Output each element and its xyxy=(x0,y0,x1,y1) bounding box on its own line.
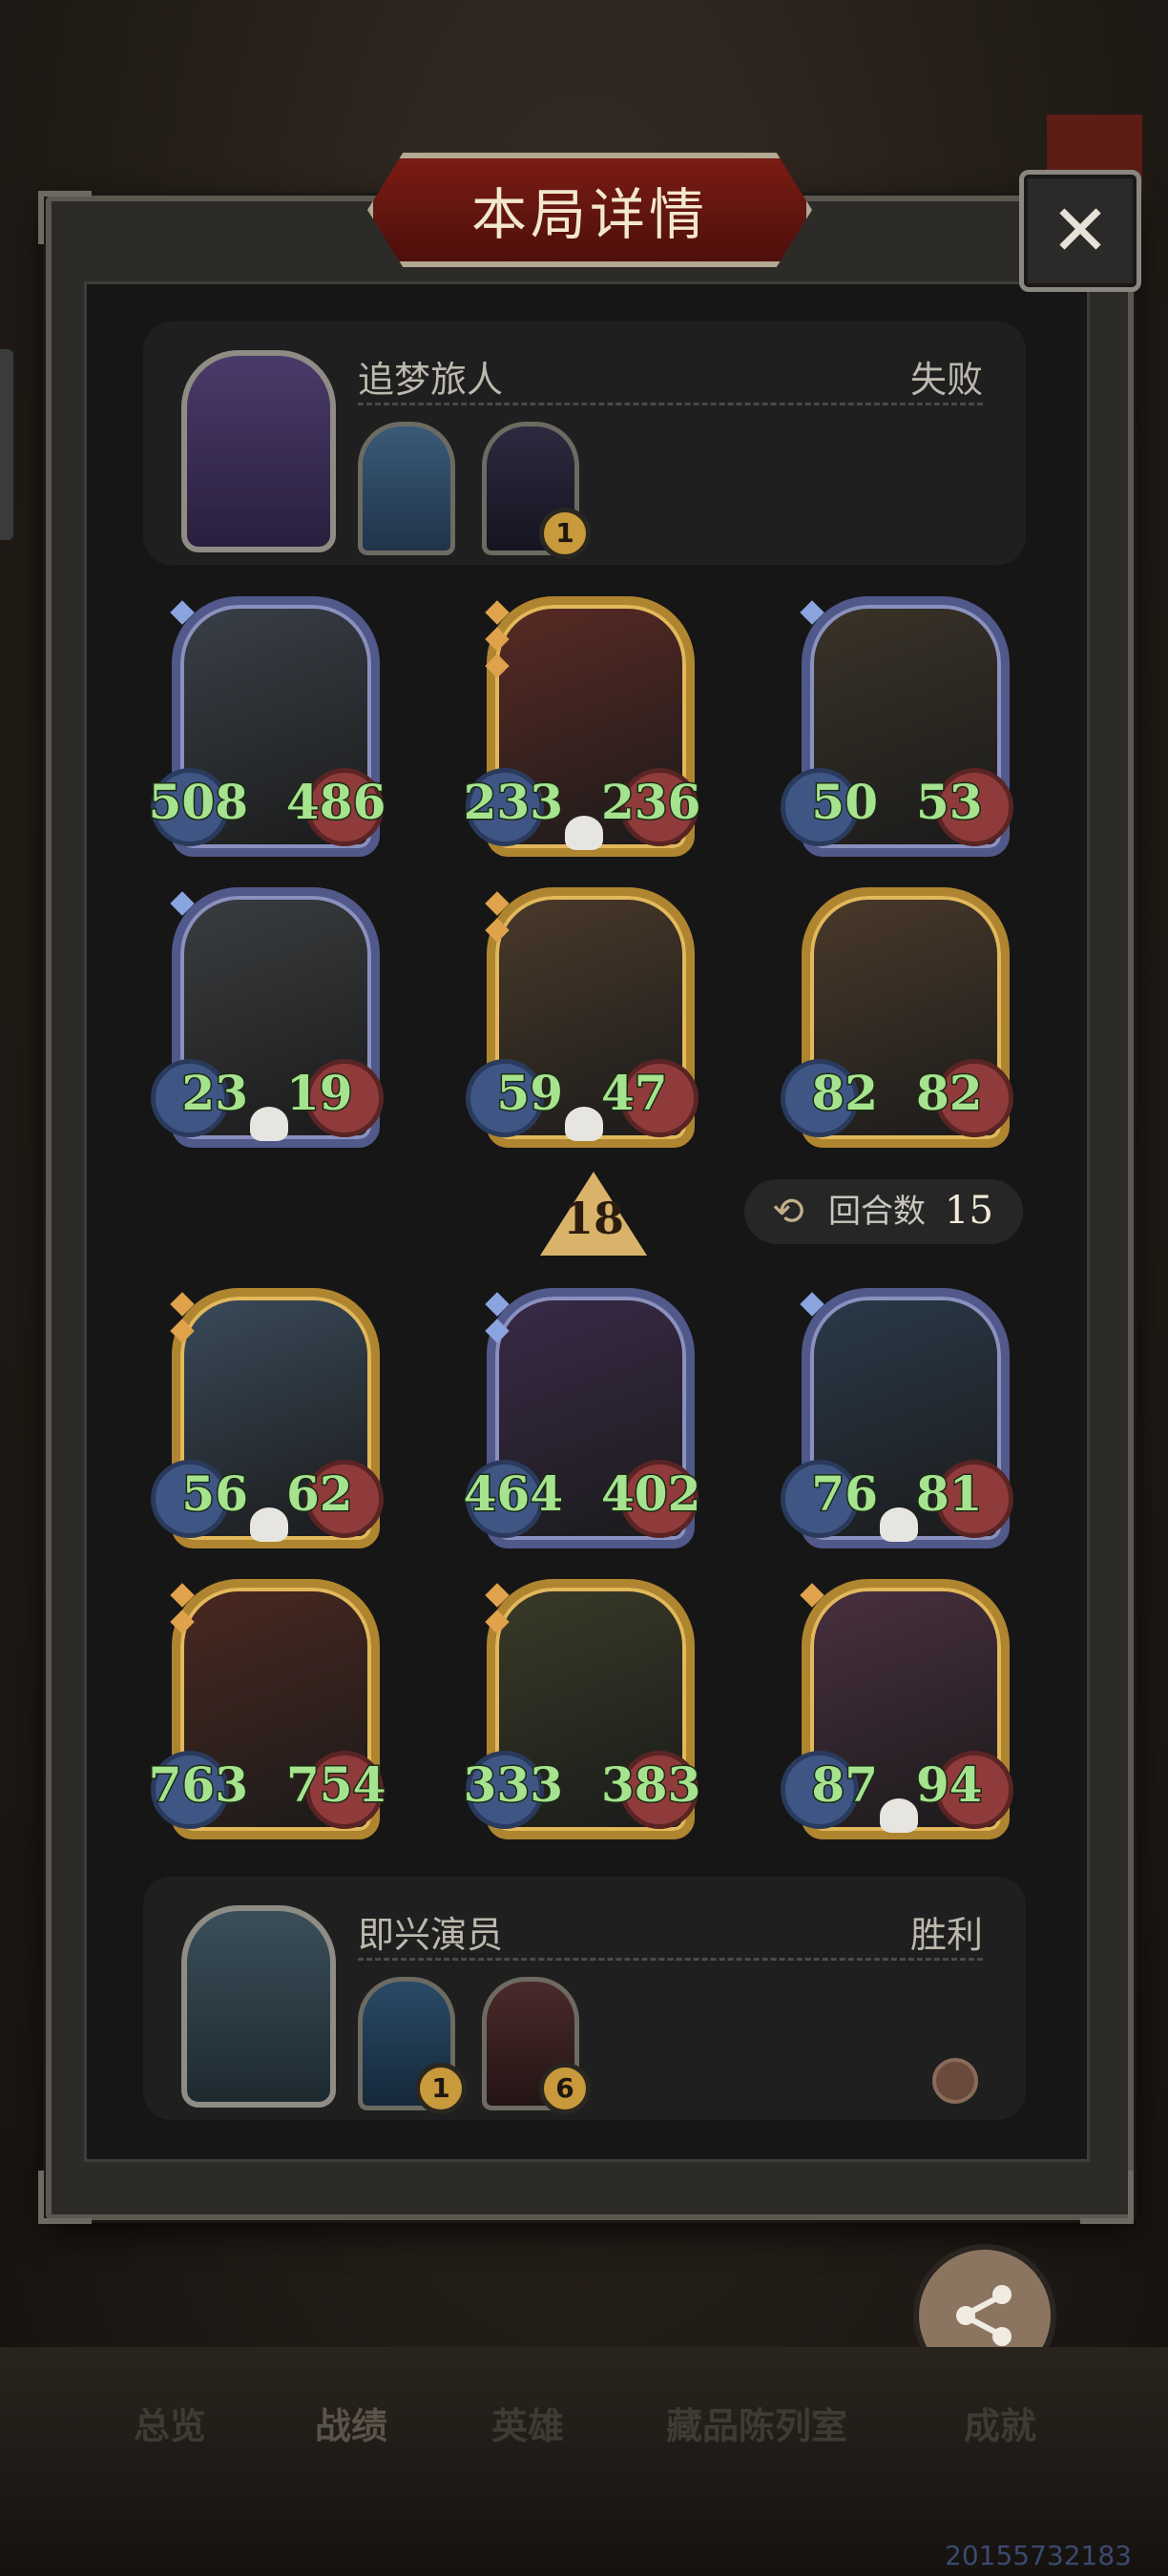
item-count-badge: 6 xyxy=(539,2063,591,2114)
nav-heroes[interactable]: 英雄 xyxy=(491,2397,564,2449)
opponent-minion-card[interactable]: 508 486 xyxy=(147,596,387,857)
refresh-icon: ⟲ xyxy=(772,1190,804,1234)
divider xyxy=(358,403,983,405)
health-value: 47 xyxy=(600,1064,670,1123)
nav-collection[interactable]: 藏品陈列室 xyxy=(666,2397,847,2449)
self-minion-card[interactable]: 763 754 xyxy=(147,1579,387,1839)
nav-records[interactable]: 战绩 xyxy=(315,2397,387,2449)
health-value: 62 xyxy=(285,1465,355,1524)
self-minion-card[interactable]: 464 402 xyxy=(462,1288,702,1548)
attack-value: 87 xyxy=(810,1755,880,1815)
skull-icon xyxy=(565,1107,603,1141)
self-result: 胜利 xyxy=(909,1914,983,1956)
skull-icon xyxy=(250,1107,288,1141)
self-minion-card[interactable]: 87 94 xyxy=(781,1579,1013,1839)
close-icon: ✕ xyxy=(1050,190,1110,272)
side-tab[interactable] xyxy=(0,349,13,540)
self-avatar[interactable] xyxy=(181,1905,336,2108)
frame-corner xyxy=(38,191,92,244)
opponent-minion-card[interactable]: 82 82 xyxy=(781,887,1013,1148)
opponent-minion-card[interactable]: 233 236 xyxy=(462,596,702,857)
attack-value: 508 xyxy=(147,773,249,832)
attack-value: 233 xyxy=(462,773,564,832)
skull-icon xyxy=(880,1507,918,1542)
attack-value: 50 xyxy=(810,773,880,832)
health-value: 402 xyxy=(599,1465,701,1524)
item-count-badge: 1 xyxy=(415,2063,467,2114)
health-value: 754 xyxy=(284,1755,386,1815)
opponent-minion-card[interactable]: 23 19 xyxy=(151,887,384,1148)
opponent-panel: 追梦旅人 失败 1 xyxy=(143,322,1026,565)
item-count-badge: 1 xyxy=(539,508,591,559)
attack-value: 333 xyxy=(462,1755,564,1815)
self-minion-card[interactable]: 333 383 xyxy=(462,1579,702,1839)
footer-id: 20155732183 xyxy=(945,2540,1132,2571)
close-button[interactable]: ✕ xyxy=(1019,170,1141,292)
self-minion-card[interactable]: 76 81 xyxy=(781,1288,1013,1548)
skull-icon xyxy=(565,816,603,850)
opponent-minion-card[interactable]: 50 53 xyxy=(781,596,1013,857)
health-value: 19 xyxy=(285,1064,355,1123)
coin-icon xyxy=(932,2058,978,2104)
skull-icon xyxy=(250,1507,288,1542)
self-panel: 即兴演员 胜利 1 6 xyxy=(143,1877,1026,2120)
attack-value: 76 xyxy=(810,1465,880,1524)
health-value: 94 xyxy=(915,1755,985,1815)
attack-value: 56 xyxy=(180,1465,250,1524)
opponent-result: 失败 xyxy=(909,359,983,401)
self-name: 即兴演员 xyxy=(358,1914,504,1956)
page-title: 本局详情 xyxy=(470,182,708,247)
nav-overview[interactable]: 总览 xyxy=(134,2397,206,2449)
divider xyxy=(358,1958,983,1961)
attack-value: 464 xyxy=(462,1465,564,1524)
skull-icon xyxy=(880,1798,918,1833)
opponent-avatar[interactable] xyxy=(181,350,336,552)
attack-value: 763 xyxy=(147,1755,249,1815)
opponent-name: 追梦旅人 xyxy=(358,359,504,401)
nav-achievements[interactable]: 成就 xyxy=(964,2397,1036,2449)
self-item[interactable]: 1 xyxy=(358,1977,467,2114)
opponent-minion-card[interactable]: 59 47 xyxy=(466,887,699,1148)
health-value: 53 xyxy=(915,773,985,832)
self-item[interactable]: 6 xyxy=(482,1977,591,2114)
self-minion-card[interactable]: 56 62 xyxy=(151,1288,384,1548)
health-value: 486 xyxy=(284,773,386,832)
health-value: 236 xyxy=(599,773,701,832)
opponent-item[interactable]: 1 xyxy=(482,422,591,559)
attack-value: 82 xyxy=(810,1064,880,1123)
damage-value: 18 xyxy=(562,1193,624,1244)
health-value: 82 xyxy=(915,1064,985,1123)
frame-corner xyxy=(1080,2171,1134,2224)
share-icon xyxy=(956,2285,1012,2346)
turn-badge: ⟲ 回合数 15 xyxy=(744,1179,1023,1244)
frame-corner xyxy=(38,2171,92,2224)
turn-label: 回合数 xyxy=(828,1193,926,1231)
health-value: 383 xyxy=(599,1755,701,1815)
attack-value: 59 xyxy=(495,1064,565,1123)
attack-value: 23 xyxy=(180,1064,250,1123)
turn-count: 15 xyxy=(945,1189,993,1233)
opponent-item[interactable] xyxy=(358,422,455,555)
health-value: 81 xyxy=(915,1465,985,1524)
